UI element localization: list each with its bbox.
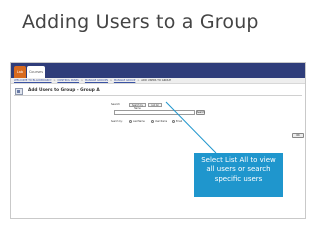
- radio-last-name[interactable]: Last Name: [129, 119, 145, 124]
- radio-icon: [129, 120, 132, 123]
- breadcrumb-manage-group[interactable]: MANAGE GROUP: [114, 79, 135, 82]
- breadcrumb-welcome[interactable]: WELCOME TO BLACKBOARD!: [14, 79, 52, 82]
- tab-list-all[interactable]: List All: [148, 103, 162, 107]
- users-group-icon: [15, 88, 23, 95]
- slide-title: Adding Users to a Group: [22, 11, 259, 33]
- top-navigation-bar: Lab Courses: [11, 63, 305, 78]
- callout-line: all users or search: [206, 165, 271, 174]
- ok-button[interactable]: OK: [292, 133, 304, 138]
- callout-pointer: [165, 101, 217, 154]
- breadcrumb-separator: >: [137, 79, 140, 82]
- radio-icon: [151, 120, 154, 123]
- breadcrumb-manage-groups[interactable]: MANAGE GROUPS: [85, 79, 108, 82]
- search-by-label: Search by:: [111, 120, 123, 123]
- tab-search-by-name[interactable]: Search by Name: [129, 103, 146, 110]
- breadcrumb: WELCOME TO BLACKBOARD! > CONTROL PANEL >…: [11, 78, 305, 84]
- breadcrumb-separator: >: [80, 79, 84, 82]
- breadcrumb-control-panel[interactable]: CONTROL PANEL: [57, 79, 79, 82]
- callout-line: specific users: [214, 174, 263, 183]
- breadcrumb-separator: >: [53, 79, 56, 82]
- tab-courses[interactable]: Courses: [27, 66, 45, 78]
- callout-box: Select List All to view all users or sea…: [194, 153, 283, 197]
- callout-line: Select List All to view: [201, 156, 276, 164]
- page-title: Add Users to Group - Group A: [28, 88, 100, 93]
- breadcrumb-current: ADD USERS TO GROUP: [141, 79, 172, 82]
- search-label: Search: [111, 103, 120, 106]
- radio-label: Last Name: [133, 120, 145, 123]
- page-header: Add Users to Group - Group A: [14, 87, 302, 96]
- breadcrumb-separator: >: [109, 79, 113, 82]
- tab-lab[interactable]: Lab: [14, 66, 26, 78]
